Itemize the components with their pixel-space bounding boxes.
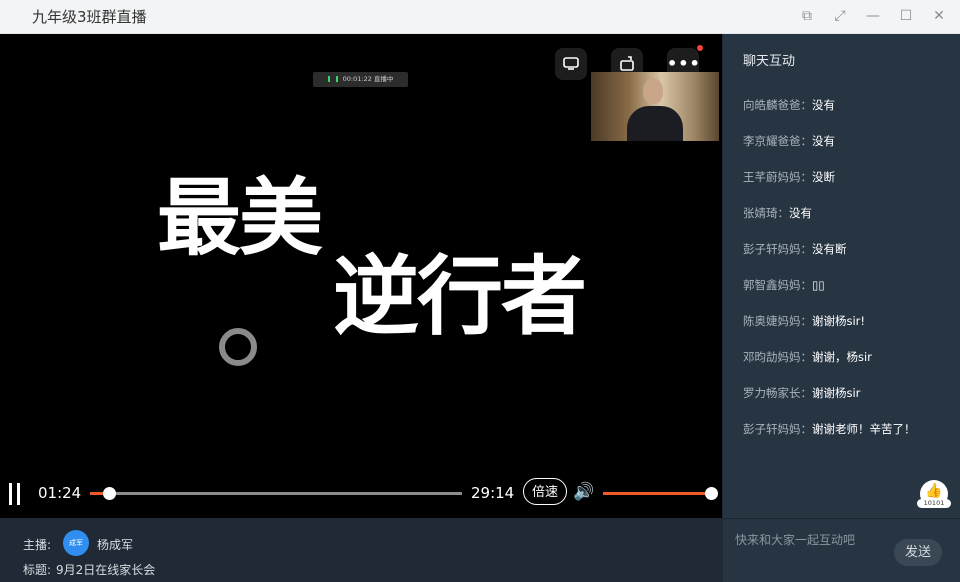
like-count: 10101 [917,499,951,508]
live-badge-status: 直播中 [373,75,394,83]
teacher-camera-view[interactable] [591,72,719,141]
chat-message: 邓昀劼妈妈：谢谢，杨sir [743,349,872,365]
volume-icon[interactable]: 🔊 [573,482,594,502]
thumbs-up-icon: 👍 [925,483,943,499]
loading-spinner-icon [219,328,257,366]
chat-message-text: 谢谢老师！辛苦了！ [812,422,916,436]
chat-message-sender: 李京耀爸爸： [743,134,812,148]
chat-message: 张婧琦：没有 [743,205,812,221]
video-player[interactable]: 00:01:22 直播中 ••• 最美 逆行者 01:24 29:14 倍速 🔊 [0,34,722,518]
window-title: 九年级3班群直播 [32,8,147,26]
progress-handle[interactable] [102,487,116,500]
slide-title-line1: 最美 [157,169,323,267]
chat-message-sender: 罗力畅家长： [743,386,812,400]
chat-message-text: 没断 [812,170,835,184]
chat-message-sender: 邓昀劼妈妈： [743,350,812,364]
close-button[interactable]: ✕ [928,6,950,26]
chat-message: 李京耀爸爸：没有 [743,133,835,149]
chat-panel: 聊天互动 向皓麟爸爸：没有 李京耀爸爸：没有 王芊蔚妈妈：没断 张婧琦：没有 彭子轩妈妈… [723,34,960,518]
signal-icon [327,76,338,82]
live-status-badge: 00:01:22 直播中 [313,72,408,87]
caption-toggle-button[interactable] [555,48,587,80]
chat-message: 王芊蔚妈妈：没断 [743,169,835,185]
live-info-footer: 主播: 成军 杨成军 标题: 9月2日在线家长会 [0,518,722,582]
like-button[interactable]: 👍 10101 [917,480,951,508]
topic-text: 9月2日在线家长会 [56,563,156,577]
notification-dot [697,45,703,51]
host-label: 主播: [23,538,52,552]
topic-label: 标题: [23,563,52,577]
chat-message-text: 没有 [812,134,835,148]
chat-message-sender: 向皓麟爸爸： [743,98,812,112]
volume-track[interactable] [603,492,711,495]
chat-message-sender: 陈奥婕妈妈： [743,314,812,328]
chat-message-text: 没有 [789,206,812,220]
total-time: 29:14 [471,484,515,502]
caption-icon [563,57,579,70]
chat-title: 聊天互动 [743,54,796,69]
chat-message-text: ▯▯ [812,278,825,292]
chat-message: 彭子轩妈妈：谢谢老师！辛苦了！ [743,421,916,437]
chat-message: 罗力畅家长：谢谢杨sir [743,385,860,401]
player-controls: 01:24 29:14 倍速 🔊 [0,474,722,514]
speed-button[interactable]: 倍速 [523,478,567,505]
chat-input[interactable]: 快来和大家一起互动吧 [735,531,855,548]
rotate-icon [620,56,634,71]
maximize-button[interactable]: ☐ [895,6,917,26]
chat-message-text: 没有 [812,98,835,112]
volume-fill [603,492,711,495]
expand-icon[interactable]: ⤢ [829,6,851,26]
host-name: 杨成军 [97,538,134,552]
chat-message: 向皓麟爸爸：没有 [743,97,835,113]
avatar[interactable]: 成军 [63,530,89,556]
send-button[interactable]: 发送 [894,539,942,566]
progress-track[interactable] [90,492,462,495]
pip-icon[interactable]: ⧉ [796,6,818,26]
chat-message: 陈奥婕妈妈：谢谢杨sir! [743,313,865,329]
chat-message-sender: 郭智鑫妈妈： [743,278,812,292]
chat-message-sender: 彭子轩妈妈： [743,242,812,256]
volume-handle[interactable] [705,487,718,500]
chat-message-sender: 张婧琦： [743,206,789,220]
chat-message-sender: 彭子轩妈妈： [743,422,812,436]
slide-title-line2: 逆行者 [333,247,587,347]
chat-message-text: 没有断 [812,242,847,256]
chat-message: 郭智鑫妈妈：▯▯ [743,277,825,293]
pause-button[interactable] [9,483,21,505]
chat-message-text: 谢谢杨sir! [812,314,866,328]
current-time: 01:24 [38,484,82,502]
chat-message-text: 谢谢杨sir [812,386,861,400]
chat-message-text: 谢谢，杨sir [812,350,872,364]
chat-input-bar: 快来和大家一起互动吧 发送 [723,518,960,582]
chat-message-sender: 王芊蔚妈妈： [743,170,812,184]
live-badge-time: 00:01:22 [342,75,372,83]
chat-message: 彭子轩妈妈：没有断 [743,241,847,257]
minimize-button[interactable]: — [862,6,884,26]
title-bar: 九年级3班群直播 ⧉ ⤢ — ☐ ✕ [0,0,960,34]
